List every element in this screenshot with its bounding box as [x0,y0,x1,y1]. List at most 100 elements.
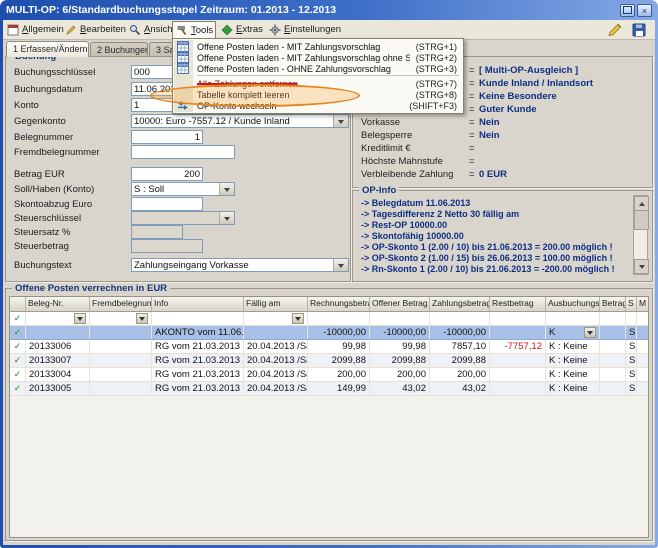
check-icon[interactable]: ✓ [10,354,26,367]
scroll-up-icon[interactable] [634,196,649,211]
konto-label: Konto [14,100,39,111]
op-info-group: OP-Info -> Belegdatum 11.06.2013 -> Tage… [352,190,653,282]
chevron-down-icon[interactable] [333,259,348,271]
op-info-scrollbar[interactable] [633,195,648,275]
menu-item-alle-zahlungen-entfernen[interactable]: Alle Zahlungen entfernen (STRG+7) [173,78,463,89]
betrag-input[interactable] [131,167,203,181]
check-icon[interactable]: ✓ [10,382,26,395]
chevron-down-icon[interactable] [219,212,234,224]
save-toolbar-button[interactable] [631,22,647,38]
col-header-offener-betrag[interactable]: Offener Betrag [370,297,430,311]
op-info-line: -> Tagesdifferenz 2 Netto 30 fällig am [361,209,519,219]
hammer-icon [176,24,188,36]
table-row[interactable]: ✓ 20133007 RG vom 21.03.2013 20.04.2013 … [10,354,648,368]
ausbuchungsart-dropdown[interactable] [584,327,596,338]
steuersatz-input[interactable] [131,225,183,239]
table-icon [177,41,189,52]
magnifier-icon [129,24,141,36]
restore-icon [623,6,632,14]
table-row[interactable]: ✓ 20133005 RG vom 21.03.2013 20.04.2013 … [10,382,648,396]
menu-item-op-laden-mit-vorschlag[interactable]: Offene Posten laden - MIT Zahlungsvorsch… [173,41,463,52]
buchungstext-combo[interactable]: Zahlungseingang Vorkasse [131,258,349,272]
steuersatz-label: Steuersatz % [14,227,71,238]
menu-bearbeiten[interactable]: Bearbeiten [62,22,124,37]
col-header-betrag[interactable]: Betrag [600,297,626,311]
steuerbetrag-label: Steuerbetrag [14,241,69,252]
table-row-akonto[interactable]: ✓ AKONTO vom 11.06.2013 -10000,00 -10000… [10,326,648,340]
check-icon[interactable]: ✓ [10,326,26,339]
tab-buchungen[interactable]: 2 Buchungen [90,42,148,57]
steuerschluessel-combo[interactable] [131,211,235,225]
table-row[interactable]: ✓ 20133006 RG vom 21.03.2013 20.04.2013 … [10,340,648,354]
table-icon [177,52,189,63]
filter-dropdown-fremdbeleg[interactable] [136,313,148,324]
steuerbetrag-input[interactable] [131,239,203,253]
table-icon [177,63,189,74]
col-header-zahlungsbetrag[interactable]: Zahlungsbetrag [430,297,490,311]
maximize-button[interactable] [620,4,635,17]
op-table-grid: Beleg-Nr. Fremdbelegnummer Info Fällig a… [9,296,649,538]
menu-allgemein[interactable]: Allgemein [4,22,62,37]
col-header-check[interactable] [10,297,26,311]
menu-item-op-konto-wechseln[interactable]: OP-Konto wechseln (SHIFT+F3) [173,100,463,111]
buchungstext-label: Buchungstext [14,260,72,271]
chevron-down-icon[interactable] [219,183,234,195]
col-header-faellig[interactable]: Fällig am [244,297,308,311]
col-header-s[interactable]: S [626,297,637,311]
edit-toolbar-button[interactable] [607,22,623,38]
gegenkonto-combo[interactable]: 10000: Euro -7557.12 / Kunde Inland [131,114,349,128]
menu-einstellungen[interactable]: Einstellungen [266,22,348,37]
menu-item-op-laden-ohne-vorschlag[interactable]: Offene Posten laden - OHNE Zahlungsvorsc… [173,63,463,74]
scroll-down-icon[interactable] [634,259,649,274]
diamond-icon [221,24,233,36]
menu-item-op-laden-ohne-skonto[interactable]: Offene Posten laden - MIT Zahlungsvorsch… [173,52,463,63]
col-header-restbetrag[interactable]: Restbetrag [490,297,546,311]
menu-extras[interactable]: Extras [218,22,264,37]
table-row[interactable]: ✓ 20133004 RG vom 21.03.2013 20.04.2013 … [10,368,648,382]
col-header-m[interactable]: M [637,297,648,311]
swap-icon [177,100,189,111]
filter-row[interactable]: ✓ [10,312,648,326]
tab-erfassen-aendern[interactable]: 1 Erfassen/Ändern [6,41,89,57]
sollhaben-label: Soll/Haben (Konto) [14,184,94,195]
title-bar: MULTI-OP: 6/Standardbuchungsstapel Zeitr… [6,3,336,18]
belegnummer-input[interactable] [131,130,203,144]
app-window: MULTI-OP: 6/Standardbuchungsstapel Zeitr… [0,0,658,548]
form-icon [7,24,19,36]
window-title: MULTI-OP: 6/Standardbuchungsstapel Zeitr… [6,4,336,16]
table-header-row: Beleg-Nr. Fremdbelegnummer Info Fällig a… [10,297,648,312]
col-header-ausbuchungsart[interactable]: Ausbuchungsart [546,297,600,311]
steuerschluessel-label: Steuerschlüssel [14,213,81,224]
menu-ansicht[interactable]: Ansicht [126,22,172,37]
check-icon[interactable]: ✓ [10,368,26,381]
save-icon [631,22,647,38]
betrag-label: Betrag EUR [14,169,65,180]
close-button[interactable]: × [637,4,652,17]
menu-item-tabelle-komplett-leeren[interactable]: Tabelle komplett leeren (STRG+8) [173,89,463,100]
col-header-fremdbeleg[interactable]: Fremdbelegnummer [90,297,152,311]
scrollbar-thumb[interactable] [634,210,649,230]
belegnummer-label: Belegnummer [14,132,73,143]
filter-dropdown-faellig[interactable] [292,313,304,324]
fremdbelegnummer-input[interactable] [131,145,235,159]
menu-tools[interactable]: Tools [172,21,216,38]
op-info-group-title: OP-Info [359,185,399,196]
col-header-belegnr[interactable]: Beleg-Nr. [26,297,90,311]
op-table-group: Offene Posten verrechnen in EUR Beleg-Nr… [5,288,653,541]
check-icon[interactable]: ✓ [10,340,26,353]
skontoabzug-label: Skontoabzug Euro [14,199,92,210]
tools-dropdown-menu: Offene Posten laden - MIT Zahlungsvorsch… [172,38,464,114]
op-info-line: -> Skontofähig 10000.00 [361,231,464,241]
op-info-line: -> OP-Skonto 1 (2.00 / 10) bis 21.06.201… [361,242,613,252]
skontoabzug-input[interactable] [131,197,203,211]
col-header-rechnungsbetrag[interactable]: Rechnungsbetrag [308,297,370,311]
buchungsdatum-label2: Buchungsdatum [14,84,83,95]
gear-icon [269,24,281,36]
check-icon[interactable]: ✓ [10,312,26,325]
chevron-down-icon[interactable] [333,115,348,127]
filter-dropdown-belegnr[interactable] [74,313,86,324]
sollhaben-combo[interactable]: S : Soll [131,182,235,196]
col-header-info[interactable]: Info [152,297,244,311]
buchungsschluessel-label: Buchungsschlüssel [14,67,95,78]
op-info-line: -> OP-Skonto 2 (1.00 / 15) bis 26.06.201… [361,253,613,263]
